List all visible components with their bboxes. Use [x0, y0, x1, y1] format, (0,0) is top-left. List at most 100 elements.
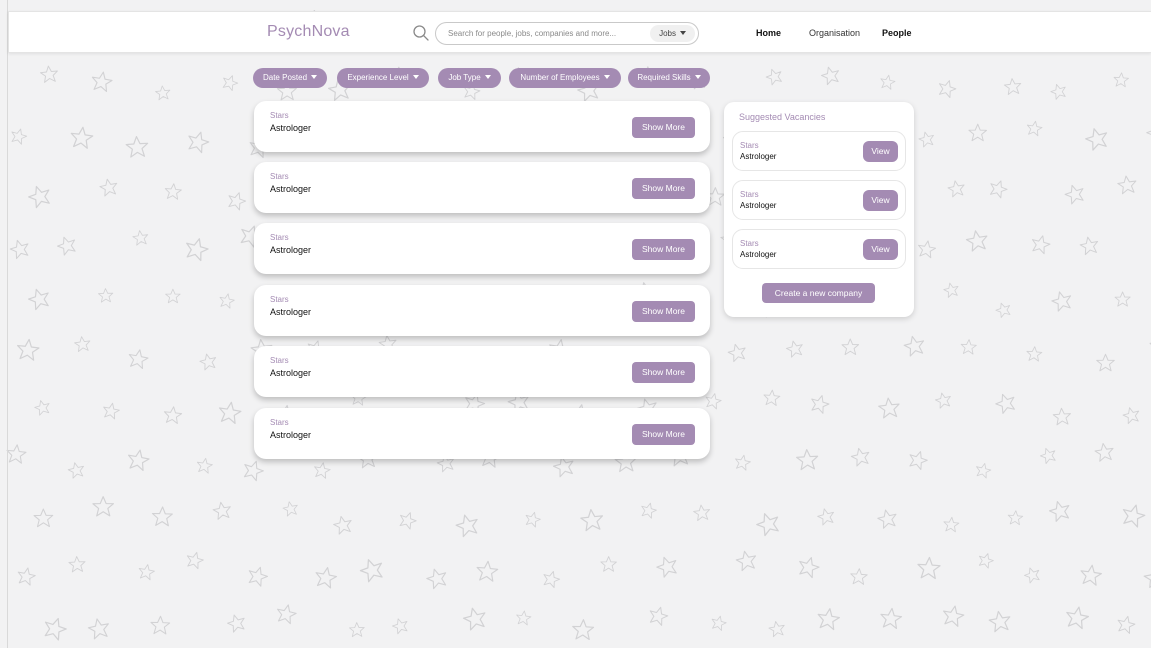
- star-icon: [795, 554, 822, 580]
- vacancy-item[interactable]: Stars Astrologer View: [732, 229, 906, 269]
- show-more-button[interactable]: Show More: [632, 239, 695, 260]
- star-icon: [784, 338, 805, 359]
- star-icon: [73, 335, 92, 353]
- star-icon: [767, 619, 787, 638]
- star-icon: [424, 565, 450, 591]
- star-icon: [1025, 345, 1043, 362]
- filter-required-skills[interactable]: Required Skills: [628, 68, 710, 88]
- star-icon: [639, 500, 659, 520]
- star-icon: [66, 460, 86, 480]
- star-icon: [733, 453, 752, 472]
- view-button[interactable]: View: [863, 239, 898, 260]
- star-icon: [68, 555, 86, 573]
- filter-label: Required Skills: [637, 73, 691, 82]
- job-company: Stars: [270, 111, 289, 120]
- star-icon: [97, 287, 114, 303]
- search-icon[interactable]: [412, 24, 430, 42]
- star-icon: [976, 550, 996, 570]
- star-icon: [1038, 445, 1059, 465]
- job-company: Stars: [270, 418, 289, 427]
- filter-experience-level[interactable]: Experience Level: [337, 68, 429, 88]
- star-icon: [1093, 441, 1116, 463]
- job-card[interactable]: Stars Astrologer Show More: [254, 346, 710, 397]
- star-icon: [220, 72, 240, 92]
- search-scope-dropdown[interactable]: Jobs: [650, 25, 695, 42]
- window-edge: [7, 0, 8, 648]
- star-icon: [946, 178, 967, 198]
- vacancy-item[interactable]: Stars Astrologer View: [732, 180, 906, 220]
- create-company-button[interactable]: Create a new company: [762, 283, 875, 303]
- star-icon: [5, 443, 28, 465]
- star-icon: [916, 556, 942, 580]
- star-icon: [726, 341, 749, 363]
- star-icon: [274, 602, 299, 625]
- filter-job-type[interactable]: Job Type: [438, 68, 501, 88]
- star-icon: [69, 125, 95, 150]
- nav-home-link[interactable]: Home: [756, 28, 781, 38]
- job-card[interactable]: Stars Astrologer Show More: [254, 101, 710, 152]
- nav-people-link[interactable]: People: [882, 28, 912, 38]
- chevron-down-icon: [694, 75, 701, 79]
- job-title: Astrologer: [270, 123, 312, 133]
- star-icon: [1007, 509, 1024, 526]
- star-icon: [849, 445, 872, 468]
- filter-date-posted[interactable]: Date Posted: [253, 68, 327, 88]
- vacancy-company: Stars: [740, 141, 759, 150]
- star-icon: [101, 401, 121, 421]
- job-title: Astrologer: [270, 430, 312, 440]
- job-card[interactable]: Stars Astrologer Show More: [254, 162, 710, 213]
- star-icon: [39, 64, 59, 84]
- show-more-button[interactable]: Show More: [632, 424, 695, 445]
- star-icon: [131, 229, 150, 246]
- view-button[interactable]: View: [863, 190, 898, 211]
- star-icon: [25, 182, 54, 210]
- star-icon: [225, 612, 248, 634]
- star-icon: [198, 351, 219, 372]
- filter-label: Date Posted: [262, 73, 308, 82]
- star-icon: [763, 66, 785, 87]
- star-icon: [841, 338, 860, 356]
- filter-label: Experience Level: [347, 73, 409, 82]
- star-icon: [184, 549, 206, 570]
- star-icon: [1142, 565, 1151, 589]
- show-more-button[interactable]: Show More: [632, 362, 695, 383]
- star-icon: [1096, 353, 1115, 372]
- show-more-button[interactable]: Show More: [632, 301, 695, 322]
- star-icon: [646, 604, 670, 627]
- star-icon: [878, 73, 897, 91]
- star-icon: [1116, 174, 1138, 195]
- top-navbar: PsychNova Jobs Home Organisation People: [8, 11, 1151, 53]
- star-icon: [734, 548, 759, 572]
- star-icon: [1078, 234, 1101, 256]
- star-icon: [154, 84, 172, 101]
- vacancy-item[interactable]: Stars Astrologer View: [732, 131, 906, 171]
- job-company: Stars: [270, 295, 289, 304]
- filter-label: Job Type: [448, 73, 481, 82]
- star-icon: [1003, 77, 1023, 96]
- chevron-down-icon: [311, 75, 318, 79]
- star-icon: [1119, 501, 1148, 529]
- star-icon: [225, 189, 248, 212]
- star-icon: [1052, 407, 1072, 426]
- star-icon: [902, 333, 927, 358]
- show-more-button[interactable]: Show More: [632, 117, 695, 138]
- filter-number-of-employees[interactable]: Number of Employees: [509, 68, 621, 88]
- job-card[interactable]: Stars Astrologer Show More: [254, 285, 710, 336]
- job-card[interactable]: Stars Astrologer Show More: [254, 223, 710, 274]
- show-more-button[interactable]: Show More: [632, 178, 695, 199]
- star-icon: [906, 448, 930, 471]
- star-icon: [916, 238, 938, 259]
- star-icon: [216, 400, 243, 425]
- app-logo[interactable]: PsychNova: [267, 23, 350, 41]
- star-icon: [579, 507, 605, 532]
- view-button[interactable]: View: [863, 141, 898, 162]
- nav-organisation-link[interactable]: Organisation: [809, 28, 860, 38]
- job-card[interactable]: Stars Astrologer Show More: [254, 408, 710, 459]
- star-icon: [240, 457, 267, 483]
- search-input[interactable]: [448, 23, 644, 44]
- star-icon: [540, 568, 562, 589]
- star-icon: [654, 553, 681, 579]
- star-icon: [390, 616, 411, 636]
- star-icon: [331, 513, 354, 536]
- star-icon: [211, 500, 233, 521]
